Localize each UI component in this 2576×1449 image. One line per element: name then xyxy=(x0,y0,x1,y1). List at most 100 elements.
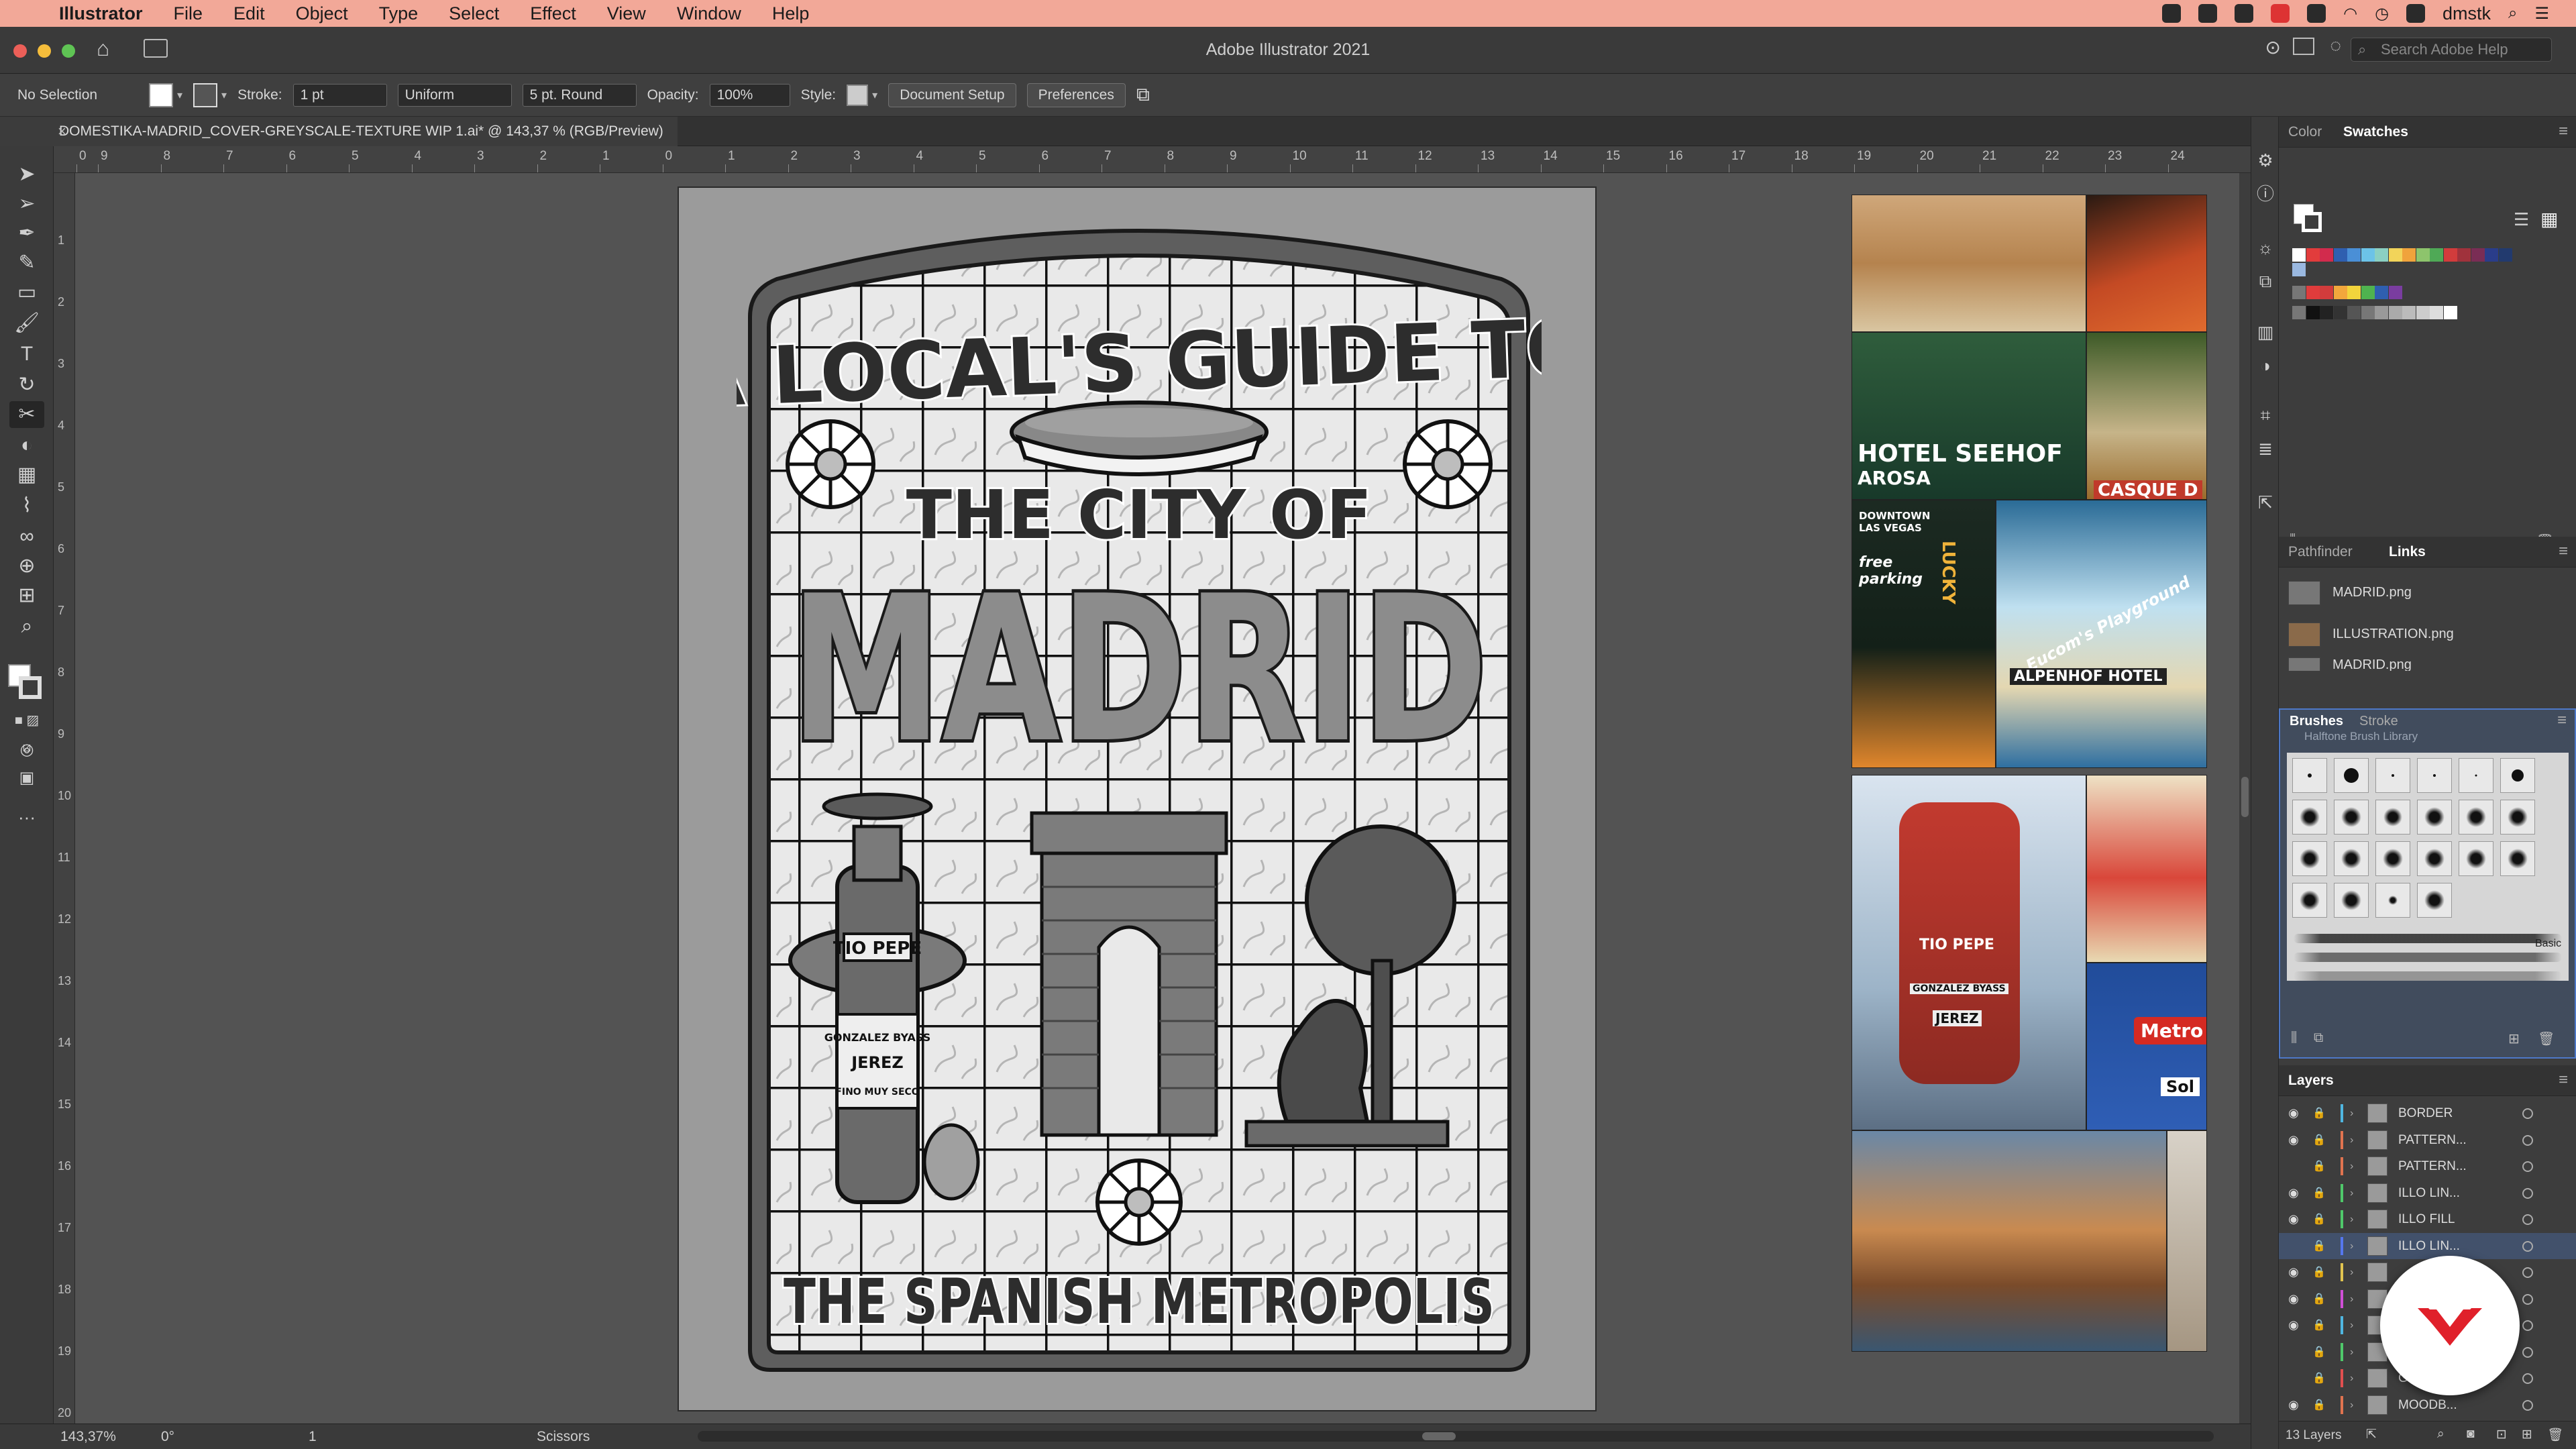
menu-file[interactable]: File xyxy=(174,3,203,24)
locate-object-icon[interactable]: ⌕ xyxy=(2437,1427,2445,1442)
brush-swatch[interactable] xyxy=(2417,800,2452,835)
lock-icon[interactable]: 🔒 xyxy=(2312,1312,2326,1338)
layer-name[interactable]: ILLO LIN... xyxy=(2398,1180,2460,1206)
visibility-eye-icon[interactable]: ◉ xyxy=(2286,1392,2302,1418)
status-app-icon[interactable] xyxy=(2235,4,2254,23)
swatch[interactable] xyxy=(2292,263,2306,276)
layer-name[interactable]: ILLO FILL xyxy=(2398,1206,2455,1232)
brush-swatch[interactable] xyxy=(2292,800,2327,835)
preferences-button[interactable]: Preferences xyxy=(1026,83,1126,107)
moodboard-image-viking[interactable]: CASQUE D xyxy=(2086,332,2207,500)
swatch[interactable] xyxy=(2430,248,2443,262)
arrange-documents-icon[interactable] xyxy=(2293,38,2314,55)
visibility-eye-icon[interactable]: ◉ xyxy=(2286,1259,2302,1285)
lock-icon[interactable]: 🔒 xyxy=(2312,1233,2326,1259)
basic-brush-stroke[interactable] xyxy=(2294,971,2562,981)
wifi-icon[interactable]: ◠ xyxy=(2343,4,2357,23)
swatch[interactable] xyxy=(2306,248,2320,262)
lock-icon[interactable]: 🔒 xyxy=(2312,1259,2326,1285)
lock-icon[interactable]: 🔒 xyxy=(2312,1392,2326,1418)
new-layer-icon[interactable]: ⊞ xyxy=(2522,1427,2532,1442)
swatch[interactable] xyxy=(2347,306,2361,319)
visibility-eye-icon[interactable]: ◉ xyxy=(2286,1100,2302,1126)
layer-target-icon[interactable] xyxy=(2522,1161,2533,1172)
swatch[interactable] xyxy=(2402,248,2416,262)
stroke-weight-field[interactable]: 1 pt xyxy=(292,83,387,107)
panel-menu-icon[interactable]: ≡ xyxy=(2559,122,2568,141)
transparency-icon[interactable]: ◑ xyxy=(2255,356,2275,376)
moodboard-image-alpenhof-hotel[interactable]: Eucom's Playground ALPENHOF HOTEL xyxy=(1996,500,2207,768)
layer-row[interactable]: 🔒 › PATTERN... xyxy=(2279,1153,2576,1179)
status-app-icon[interactable] xyxy=(2162,4,2182,23)
swatch[interactable] xyxy=(2333,248,2347,262)
notification-center-icon[interactable]: ☰ xyxy=(2534,4,2549,23)
brush-libraries-icon[interactable]: ⫼ xyxy=(2291,1030,2297,1046)
canvas-horizontal-scrollbar[interactable] xyxy=(698,1431,2214,1442)
brush-swatch[interactable] xyxy=(2375,883,2410,918)
export-icon[interactable]: ⇱ xyxy=(2366,1427,2377,1442)
moodboard-image-temple-of-debod[interactable] xyxy=(1851,1130,2167,1352)
layer-target-icon[interactable] xyxy=(2522,1108,2533,1119)
expand-chevron-icon[interactable]: › xyxy=(2350,1365,2353,1391)
swatch[interactable] xyxy=(2416,306,2430,319)
help-search-input[interactable]: ⌕ Search Adobe Help xyxy=(2351,38,2552,62)
layer-target-icon[interactable] xyxy=(2522,1373,2533,1384)
spotlight-search-icon[interactable]: ⌕ xyxy=(2508,4,2517,23)
menu-effect[interactable]: Effect xyxy=(530,3,576,24)
swatch[interactable] xyxy=(2443,248,2457,262)
swatch[interactable] xyxy=(2471,248,2485,262)
delete-layer-icon[interactable]: 🗑 xyxy=(2547,1427,2563,1443)
swatch[interactable] xyxy=(2292,286,2306,299)
color-mode-icon[interactable]: ■ ▨ ⧄ xyxy=(9,707,44,755)
moodboard-image-diner-matchbox[interactable] xyxy=(1851,195,2086,332)
brush-swatch[interactable] xyxy=(2375,758,2410,793)
brush-swatch[interactable] xyxy=(2334,883,2369,918)
lock-icon[interactable]: 🔒 xyxy=(2312,1100,2326,1126)
symbols-icon[interactable]: ⌗ xyxy=(2255,405,2275,425)
brush-swatch[interactable] xyxy=(2292,758,2327,793)
brush-swatch[interactable] xyxy=(2459,841,2493,876)
brush-swatch[interactable] xyxy=(2292,883,2327,918)
blend-tool-icon[interactable]: ∞ xyxy=(9,523,44,550)
link-item[interactable]: MADRID.png xyxy=(2279,655,2576,671)
clock-icon[interactable]: ◷ xyxy=(2375,4,2389,23)
layer-name[interactable]: ILLO LIN... xyxy=(2398,1233,2460,1259)
swatch[interactable] xyxy=(2457,248,2471,262)
expand-chevron-icon[interactable]: › xyxy=(2350,1127,2353,1153)
visibility-eye-icon[interactable]: ◉ xyxy=(2286,1127,2302,1153)
menu-help[interactable]: Help xyxy=(772,3,810,24)
menu-object[interactable]: Object xyxy=(296,3,348,24)
fill-swatch[interactable]: ▾ xyxy=(149,83,182,107)
graphic-style-swatch[interactable]: ▾ xyxy=(847,84,877,106)
swatch[interactable] xyxy=(2388,248,2402,262)
artboard-number-field[interactable]: 1 xyxy=(309,1429,362,1445)
expand-chevron-icon[interactable]: › xyxy=(2350,1180,2353,1206)
status-app-icon[interactable] xyxy=(2307,4,2326,23)
expand-chevron-icon[interactable]: › xyxy=(2350,1286,2353,1312)
opacity-field[interactable]: 100% xyxy=(709,83,790,107)
swatch[interactable] xyxy=(2320,306,2333,319)
layer-target-icon[interactable] xyxy=(2522,1293,2533,1305)
tab-links[interactable]: Links xyxy=(2389,537,2426,568)
artboard[interactable]: A LOCAL'S GUIDE TO THE CITY OF MADRID TI… xyxy=(678,186,1597,1411)
layer-target-icon[interactable] xyxy=(2522,1240,2533,1252)
rotate-tool-icon[interactable]: ↻ xyxy=(9,372,44,398)
gradient-icon[interactable]: ▥ xyxy=(2255,322,2275,342)
list-view-icon[interactable]: ☰ xyxy=(2514,209,2529,230)
moodboard-image-metro-sol[interactable]: Metro Sol xyxy=(2086,963,2207,1130)
swatch[interactable] xyxy=(2388,286,2402,299)
swatch[interactable] xyxy=(2333,306,2347,319)
share-icon[interactable]: ⊙ xyxy=(2265,36,2281,58)
selection-tool-icon[interactable]: ➤ xyxy=(9,161,44,188)
basic-brush-stroke[interactable] xyxy=(2294,934,2562,943)
brush-swatch[interactable] xyxy=(2334,841,2369,876)
layer-target-icon[interactable] xyxy=(2522,1346,2533,1358)
control-center-icon[interactable] xyxy=(2406,4,2426,23)
brush-swatch[interactable] xyxy=(2375,841,2410,876)
link-item[interactable]: ILLUSTRATION.png xyxy=(2279,616,2576,653)
menu-type[interactable]: Type xyxy=(379,3,419,24)
moodboard-image-cart[interactable] xyxy=(2086,775,2207,963)
panel-menu-icon[interactable]: ≡ xyxy=(2559,542,2568,561)
swatch-stroke-indicator[interactable] xyxy=(2302,212,2322,232)
swatch[interactable] xyxy=(2388,306,2402,319)
